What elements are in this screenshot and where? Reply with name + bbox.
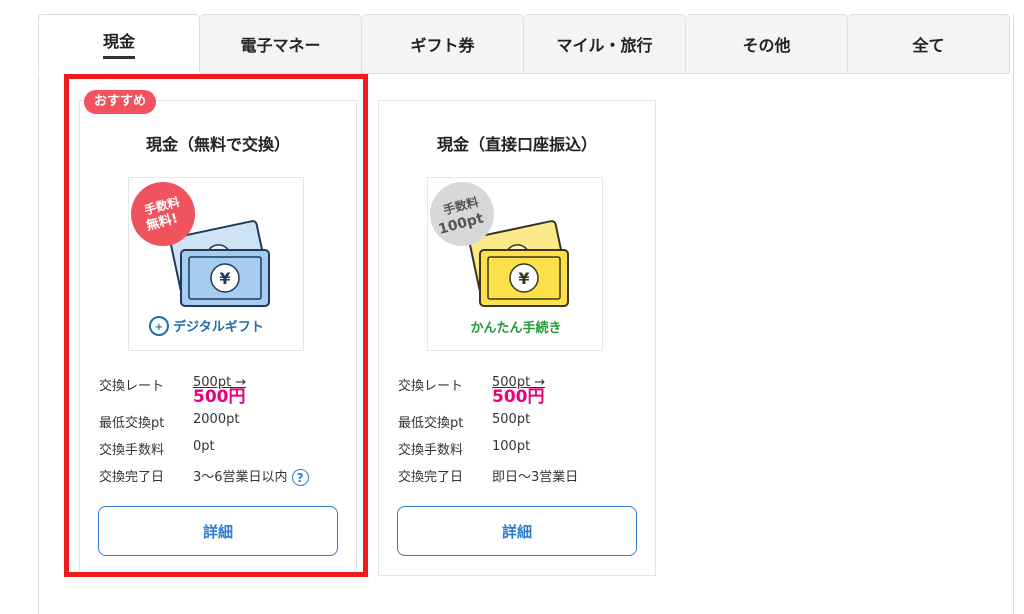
fee-row: 交換手数料 0pt: [99, 439, 349, 458]
card-thumbnail: ¥ 手数料 無料! + デジタルギフト: [128, 177, 304, 351]
yen-symbol: ¥: [219, 269, 230, 288]
rate-row: 交換レート 500pt → 500円: [99, 375, 349, 407]
cash-illustration-icon: ¥ 手数料 無料! + デジタルギフト: [131, 182, 270, 336]
recommended-badge: おすすめ: [84, 90, 157, 114]
card-thumbnail: ¥ 手数料 100pt かんたん手続き: [427, 177, 603, 351]
rate-label: 交換レート: [99, 379, 165, 394]
exchange-card-cash-bank[interactable]: 現金（直接口座振込） ¥ 手数料 100pt かんたん手続き 交換レート 500…: [378, 100, 656, 576]
exchange-card-cash-free[interactable]: 現金（無料で交換） ¥ 手数料 無料! + デジタルギフト 交換レート 500p…: [79, 100, 357, 576]
tab-all[interactable]: 全て: [848, 14, 1010, 74]
rate-to: 500円: [193, 387, 246, 407]
min-value: 2000pt: [193, 412, 240, 427]
date-row: 交換完了日 3〜6営業日以内?: [99, 466, 349, 486]
easy-procedure-caption: かんたん手続き: [470, 320, 561, 336]
cash-illustration-icon: ¥ 手数料 100pt かんたん手続き: [430, 182, 569, 336]
fee-value: 0pt: [193, 439, 215, 454]
tab-label: マイル・旅行: [556, 36, 653, 55]
fee-label: 交換手数料: [398, 443, 464, 458]
tab-label: 全て: [912, 36, 945, 55]
svg-text:+: +: [155, 322, 163, 333]
category-tabs: 現金 電子マネー ギフト券 マイル・旅行 その他 全て: [38, 14, 1014, 74]
card-info: 交換レート 500pt → 500円 最低交換pt 2000pt 交換手数料 0…: [99, 375, 349, 494]
rate-to: 500円: [492, 387, 545, 407]
date-label: 交換完了日: [99, 470, 165, 485]
card-title: 現金（無料で交換）: [145, 135, 290, 154]
date-row: 交換完了日 即日〜3営業日: [398, 466, 648, 485]
card-title: 現金（直接口座振込）: [436, 135, 597, 154]
fee-row: 交換手数料 100pt: [398, 439, 648, 458]
date-label: 交換完了日: [398, 470, 464, 485]
min-row: 最低交換pt 500pt: [398, 412, 648, 431]
help-icon[interactable]: ?: [291, 469, 309, 486]
min-row: 最低交換pt 2000pt: [99, 412, 349, 431]
tab-label: 電子マネー: [240, 36, 321, 55]
tab-cash[interactable]: 現金: [38, 14, 200, 74]
min-label: 最低交換pt: [99, 416, 165, 431]
fee-label: 交換手数料: [99, 443, 165, 458]
fee-value: 100pt: [492, 439, 531, 454]
min-label: 最低交換pt: [398, 416, 464, 431]
date-value: 即日〜3営業日: [492, 470, 579, 485]
tab-other[interactable]: その他: [686, 14, 848, 74]
tab-emoney[interactable]: 電子マネー: [200, 14, 362, 74]
min-value: 500pt: [492, 412, 531, 427]
detail-button[interactable]: 詳細: [397, 506, 637, 556]
tab-label: その他: [742, 36, 791, 55]
tab-gift-card[interactable]: ギフト券: [362, 14, 524, 74]
rate-row: 交換レート 500pt → 500円: [398, 375, 648, 407]
digital-gift-caption: デジタルギフト: [173, 319, 264, 335]
tab-miles-travel[interactable]: マイル・旅行: [524, 14, 686, 74]
tab-label: ギフト券: [410, 36, 475, 55]
tab-label: 現金: [102, 28, 135, 59]
rate-label: 交換レート: [398, 379, 464, 394]
card-info: 交換レート 500pt → 500円 最低交換pt 500pt 交換手数料 10…: [398, 375, 648, 493]
detail-button[interactable]: 詳細: [98, 506, 338, 556]
yen-symbol: ¥: [518, 269, 529, 288]
date-value: 3〜6営業日以内: [193, 470, 288, 485]
